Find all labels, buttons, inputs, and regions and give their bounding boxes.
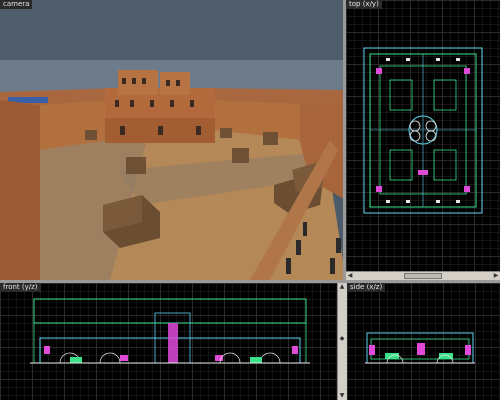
front-viewport-vertical-scrollbar[interactable]: ▲ ◆ ▼ <box>337 283 346 400</box>
top-viewport-label: top (x/y) <box>346 0 382 9</box>
top-viewport[interactable]: top (x/y) <box>346 0 500 272</box>
near-wall-left <box>0 100 40 280</box>
scroll-left-icon[interactable]: ◀ <box>346 272 354 280</box>
scroll-right-icon[interactable]: ▶ <box>492 272 500 280</box>
scroll-down-icon[interactable]: ▼ <box>338 392 346 400</box>
front-wireframe <box>30 298 310 364</box>
tower-right <box>160 72 190 95</box>
side-viewport[interactable]: side (x/z) <box>347 283 500 400</box>
top-viewport-horizontal-scrollbar[interactable]: ◀ ▶ <box>346 271 500 280</box>
scrollbar-thumb[interactable] <box>404 273 442 279</box>
camera-3d-render[interactable] <box>0 0 346 280</box>
scrollbar-thumb-vertical[interactable]: ◆ <box>338 335 346 343</box>
camera-viewport-label: camera <box>0 0 33 9</box>
camera-viewport[interactable]: camera <box>0 0 346 280</box>
front-viewport-label: front (y/z) <box>0 283 41 292</box>
scroll-up-icon[interactable]: ▲ <box>338 283 346 291</box>
side-viewport-label: side (x/z) <box>347 283 386 292</box>
top-wireframe <box>363 47 483 214</box>
front-viewport[interactable]: front (y/z) <box>0 283 343 400</box>
side-wireframe <box>365 332 475 364</box>
